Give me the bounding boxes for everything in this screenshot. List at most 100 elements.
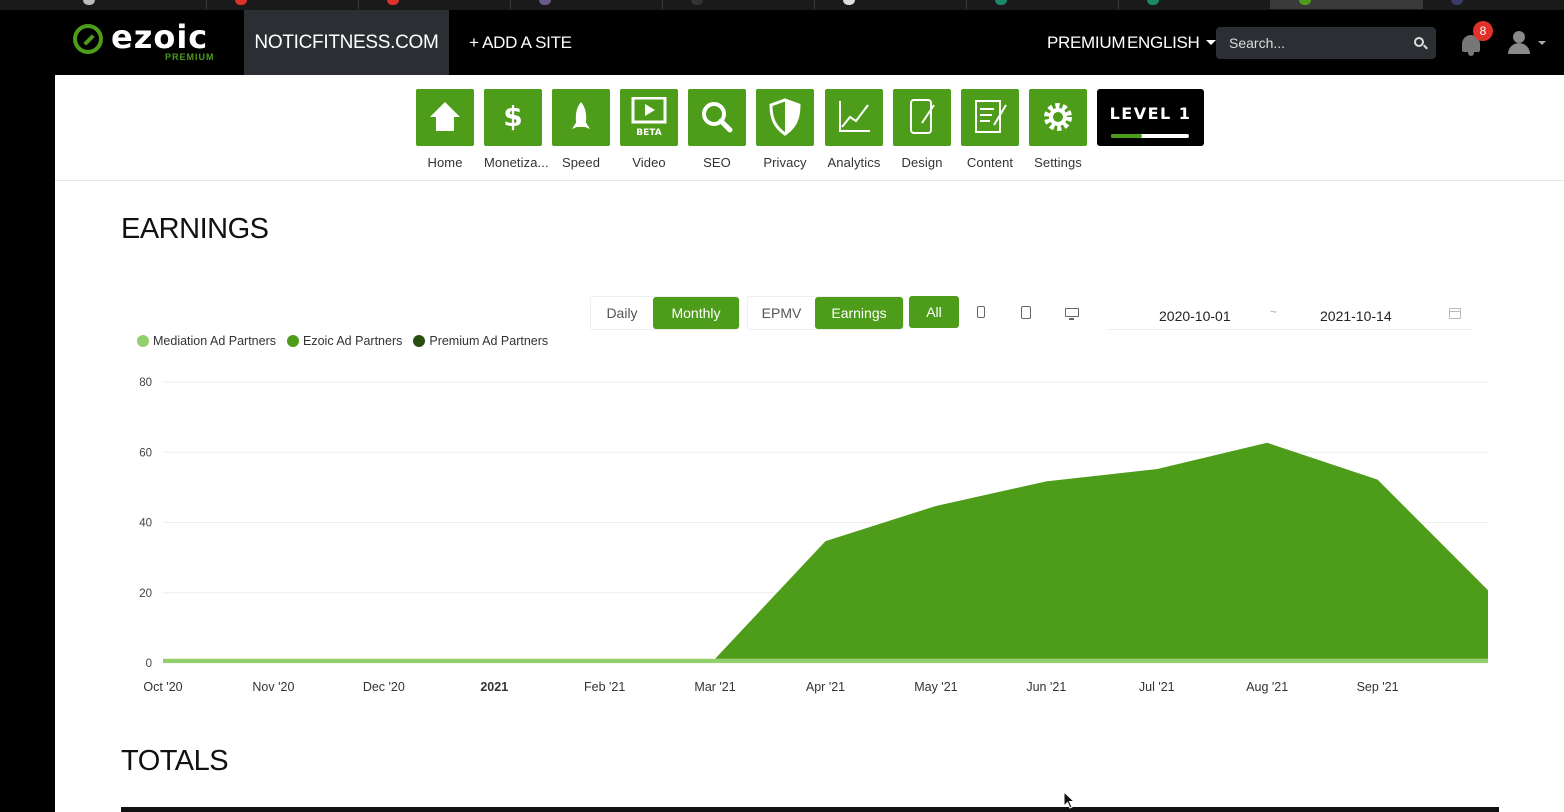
browser-tab[interactable]	[55, 0, 207, 9]
level-badge[interactable]: LEVEL 1	[1097, 89, 1204, 146]
y-tick-label: 0	[146, 658, 152, 670]
nav-label: Home	[427, 155, 463, 170]
date-to[interactable]: 2021-10-14	[1320, 308, 1392, 324]
nav-analytics[interactable]: Analytics	[825, 89, 883, 170]
earnings-button[interactable]: Earnings	[815, 297, 903, 329]
period-toggle: Daily Monthly	[590, 296, 740, 330]
tab-favicon-icon	[235, 0, 247, 5]
legend-item-premium[interactable]: Premium Ad Partners	[413, 334, 548, 348]
browser-tab[interactable]	[1119, 0, 1271, 9]
x-tick-label: Oct '20	[143, 680, 182, 694]
level-label: LEVEL 1	[1109, 104, 1192, 123]
legend-label: Ezoic Ad Partners	[303, 334, 403, 348]
tab-favicon-icon	[1451, 0, 1463, 5]
tablet-icon	[1021, 305, 1031, 319]
mobile-icon	[977, 306, 985, 318]
earnings-chart: 0 20 40 60 80 Oct '20 Nov '20 Dec '20 2021 Feb '2…	[139, 377, 1488, 694]
x-tick-label: Dec '20	[363, 680, 405, 694]
phone-pen-icon	[910, 99, 935, 134]
browser-tab[interactable]	[663, 0, 815, 9]
calendar-icon[interactable]	[1449, 308, 1461, 319]
x-tick-label: Jun '21	[1026, 680, 1066, 694]
date-range-picker[interactable]: 2020-10-01 ~ 2021-10-14	[1107, 296, 1473, 330]
nav-speed[interactable]: Speed	[552, 89, 610, 170]
language-dropdown[interactable]: ENGLISH	[1127, 10, 1216, 75]
site-selector[interactable]: NOTICFITNESS.COM	[244, 10, 449, 75]
all-devices-button[interactable]: All	[909, 296, 959, 328]
shield-icon	[769, 98, 801, 136]
video-icon: BETA	[631, 97, 667, 137]
nav-label: Privacy	[763, 155, 807, 170]
browser-tab[interactable]	[207, 0, 359, 9]
daily-button[interactable]: Daily	[591, 297, 653, 329]
legend-label: Mediation Ad Partners	[153, 334, 276, 348]
x-tick-label: 2021	[480, 680, 508, 694]
ezoic-logo[interactable]: ezoic PREMIUM	[73, 18, 223, 64]
search-input[interactable]	[1216, 27, 1401, 59]
legend-item-mediation[interactable]: Mediation Ad Partners	[137, 334, 276, 348]
series-area	[163, 442, 1488, 659]
browser-tab[interactable]	[1423, 0, 1564, 9]
tab-favicon-icon	[83, 0, 95, 5]
y-tick-label: 60	[139, 447, 152, 459]
browser-tab[interactable]	[967, 0, 1119, 9]
browser-tab[interactable]	[815, 0, 967, 9]
device-toggle: All	[909, 296, 1095, 330]
nav-label: Monetiza...	[484, 155, 549, 170]
logo-sub: PREMIUM	[165, 52, 215, 62]
tab-favicon-icon	[1147, 0, 1159, 5]
nav-settings[interactable]: Settings	[1029, 89, 1087, 170]
svg-text:$: $	[503, 100, 522, 133]
nav-content[interactable]: Content	[961, 89, 1019, 170]
tab-favicon-icon	[1299, 0, 1311, 5]
mouse-cursor-icon	[1063, 791, 1076, 809]
search-box	[1216, 27, 1436, 59]
y-tick-label: 80	[139, 377, 152, 389]
legend-item-ezoic[interactable]: Ezoic Ad Partners	[287, 334, 402, 348]
add-site-link[interactable]: + ADD A SITE	[469, 10, 572, 75]
tab-favicon-icon	[387, 0, 399, 5]
beta-badge: BETA	[636, 128, 661, 137]
caret-down-icon	[1205, 40, 1216, 45]
level-progress-fill	[1111, 134, 1143, 138]
nav-label: SEO	[703, 155, 731, 170]
x-tick-label: May '21	[914, 680, 957, 694]
epmv-button[interactable]: EPMV	[748, 297, 815, 329]
dollar-icon: $	[503, 100, 522, 133]
tablet-button[interactable]	[1003, 296, 1049, 328]
browser-tab[interactable]	[359, 0, 511, 9]
nav-seo[interactable]: SEO	[688, 89, 746, 170]
nav-video[interactable]: BETA Video	[620, 89, 678, 170]
mobile-button[interactable]	[959, 296, 1003, 328]
desktop-button[interactable]	[1049, 296, 1095, 328]
nav-label: Settings	[1034, 155, 1082, 170]
premium-link[interactable]: PREMIUM	[1047, 10, 1125, 75]
date-from[interactable]: 2020-10-01	[1159, 308, 1231, 324]
line-chart-icon	[839, 101, 870, 132]
x-tick-label: Jul '21	[1139, 680, 1175, 694]
logo-word: ezoic	[111, 18, 209, 56]
nav-privacy[interactable]: Privacy	[756, 89, 814, 170]
x-tick-label: Aug '21	[1246, 680, 1288, 694]
search-icon[interactable]	[1414, 37, 1424, 47]
nav-monetization[interactable]: $ Monetiza...	[484, 89, 549, 170]
legend-dot	[413, 335, 426, 347]
legend-dot	[287, 335, 299, 347]
browser-tab[interactable]	[1271, 0, 1423, 9]
level-progress-track	[1111, 134, 1189, 138]
nav-design[interactable]: Design	[893, 89, 951, 170]
monthly-button[interactable]: Monthly	[653, 297, 739, 329]
metric-toggle: EPMV Earnings	[747, 296, 904, 330]
nav-label: Design	[901, 155, 943, 170]
browser-tab[interactable]	[511, 0, 663, 9]
user-menu-caret-icon[interactable]	[1538, 41, 1546, 45]
rocket-icon	[572, 102, 590, 129]
feature-nav: Home $ Monetiza... Speed BETA Video SEO …	[55, 75, 1564, 181]
nav-label: Analytics	[827, 155, 881, 170]
desktop-icon	[1065, 307, 1079, 320]
user-avatar-icon[interactable]	[1506, 30, 1532, 56]
x-tick-label: Feb '21	[584, 680, 625, 694]
nav-label: Speed	[561, 155, 601, 170]
nav-home[interactable]: Home	[416, 89, 474, 170]
main-content: Home $ Monetiza... Speed BETA Video SEO …	[55, 75, 1564, 812]
